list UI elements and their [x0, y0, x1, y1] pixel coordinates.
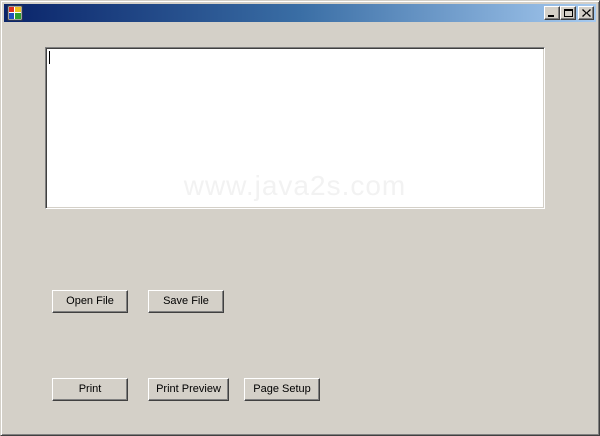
title-bar[interactable]	[4, 4, 596, 22]
open-file-button[interactable]: Open File	[52, 290, 128, 313]
app-window: www.java2s.com Open File Save File Print…	[0, 0, 600, 436]
save-file-button[interactable]: Save File	[148, 290, 224, 313]
maximize-button[interactable]	[560, 6, 576, 20]
close-icon	[582, 9, 591, 17]
watermark-text: www.java2s.com	[183, 170, 407, 201]
title-buttons	[544, 6, 594, 20]
text-editor[interactable]: www.java2s.com	[45, 47, 545, 209]
minimize-icon	[548, 15, 554, 17]
text-caret	[49, 51, 50, 64]
minimize-button[interactable]	[544, 6, 560, 20]
print-preview-button[interactable]: Print Preview	[148, 378, 229, 401]
page-setup-button[interactable]: Page Setup	[244, 378, 320, 401]
app-form-icon[interactable]	[7, 5, 23, 21]
close-button[interactable]	[578, 6, 594, 20]
print-button[interactable]: Print	[52, 378, 128, 401]
maximize-icon	[564, 9, 573, 17]
